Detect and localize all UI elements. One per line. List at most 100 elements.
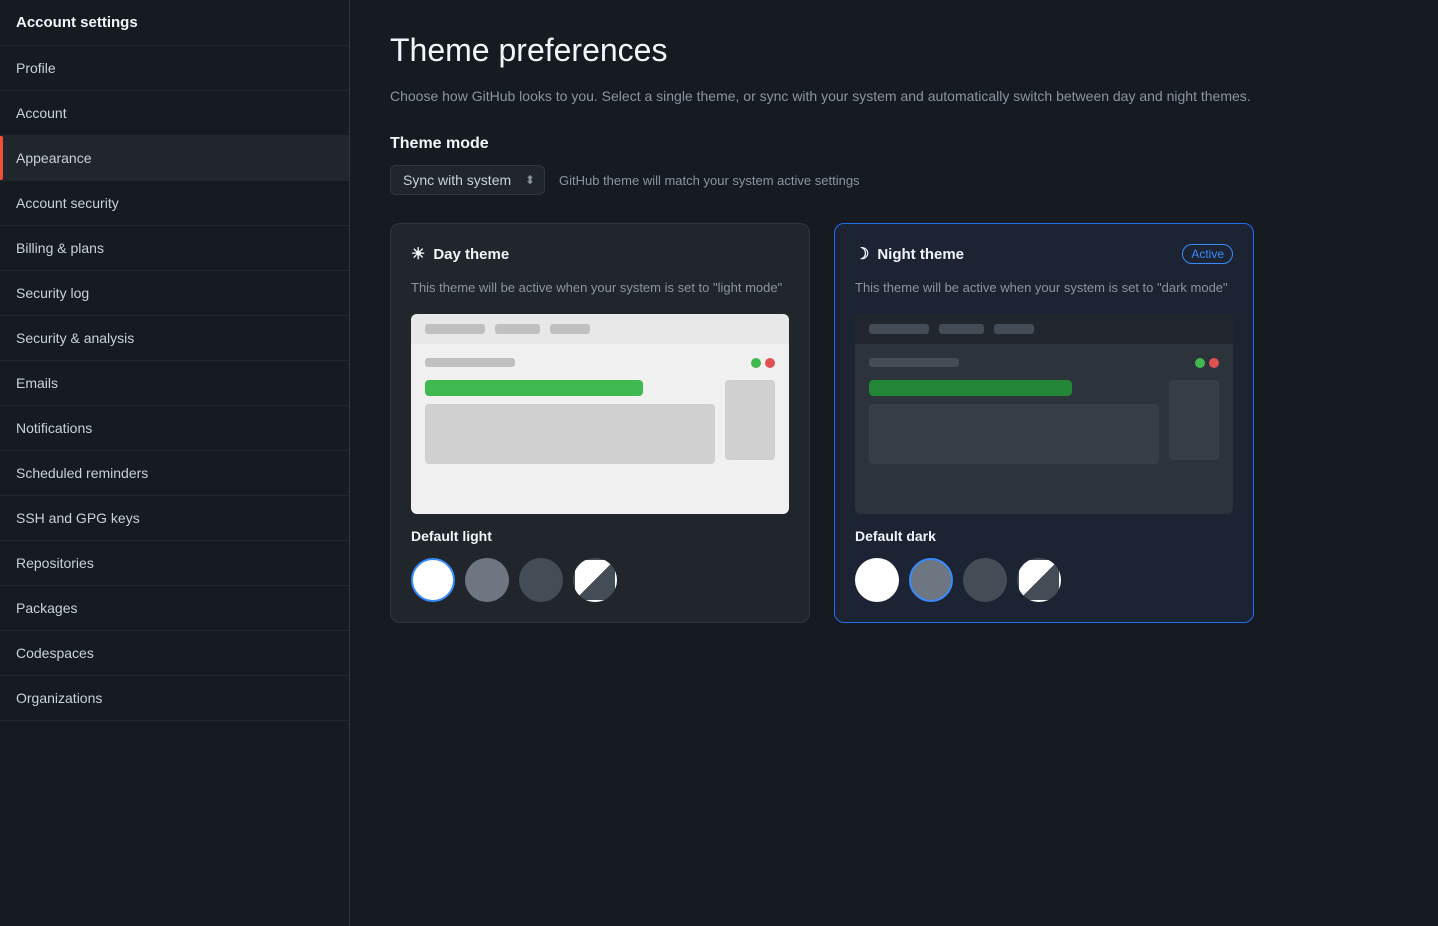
traffic-lights-light — [751, 358, 775, 368]
sidebar-item-label-emails: Emails — [16, 375, 58, 391]
swatch-dark-night[interactable] — [963, 558, 1007, 602]
theme-mode-label: Theme mode — [390, 135, 1398, 153]
sidebar-header: Account settings — [0, 0, 349, 46]
preview-main-light — [425, 380, 715, 464]
sidebar-item-profile[interactable]: Profile — [0, 46, 349, 91]
sidebar-item-label-account: Account — [16, 105, 67, 121]
sidebar-item-label-account-security: Account security — [16, 195, 119, 211]
sidebar-item-emails[interactable]: Emails — [0, 361, 349, 406]
dark-preview-bg — [855, 314, 1233, 514]
main-content: Theme preferences Choose how GitHub look… — [350, 0, 1438, 926]
sidebar-item-repositories[interactable]: Repositories — [0, 541, 349, 586]
night-theme-card[interactable]: ☽ Night theme Active This theme will be … — [834, 223, 1254, 623]
preview-nav-dark — [855, 314, 1233, 344]
preview-main-dark — [869, 380, 1159, 464]
preview-content-dark — [855, 344, 1233, 478]
theme-mode-select-wrapper: Sync with system Light Dark ⬍ — [390, 165, 545, 195]
preview-sidebar-light — [725, 380, 775, 464]
sidebar-item-appearance[interactable]: Appearance — [0, 136, 349, 181]
night-theme-name: Default dark — [855, 528, 1233, 544]
sidebar-block-dark — [1169, 380, 1219, 460]
tl-green-dark — [1195, 358, 1205, 368]
sidebar-item-security-log[interactable]: Security log — [0, 271, 349, 316]
day-swatches — [411, 558, 789, 602]
day-card-subtitle: This theme will be active when your syst… — [411, 278, 789, 298]
sidebar-item-label-appearance: Appearance — [16, 150, 92, 166]
sidebar: Account settings Profile Account Appearanc… — [0, 0, 350, 926]
progress-bar-dark — [869, 380, 1072, 396]
sidebar-item-ssh-gpg[interactable]: SSH and GPG keys — [0, 496, 349, 541]
sun-icon: ☀ — [411, 244, 425, 264]
traffic-lights-dark — [1195, 358, 1219, 368]
preview-nav-light — [411, 314, 789, 344]
sidebar-block-light — [725, 380, 775, 460]
theme-mode-row: Sync with system Light Dark ⬍ GitHub the… — [390, 165, 1398, 195]
tl-red-dark — [1209, 358, 1219, 368]
nav-pill-dark-1 — [869, 324, 929, 334]
sidebar-item-packages[interactable]: Packages — [0, 586, 349, 631]
sidebar-item-label-packages: Packages — [16, 600, 77, 616]
sidebar-item-account-security[interactable]: Account security — [0, 181, 349, 226]
preview-content-light — [411, 344, 789, 478]
progress-bar-light — [425, 380, 643, 396]
sidebar-item-scheduled-reminders[interactable]: Scheduled reminders — [0, 451, 349, 496]
sidebar-item-label-repositories: Repositories — [16, 555, 94, 571]
nav-pill-dark-3 — [994, 324, 1034, 334]
theme-hint: GitHub theme will match your system acti… — [559, 173, 860, 188]
sidebar-header-label: Account settings — [16, 14, 138, 31]
day-theme-card[interactable]: ☀ Day theme This theme will be active wh… — [390, 223, 810, 623]
sidebar-item-account[interactable]: Account — [0, 91, 349, 136]
tl-green-light — [751, 358, 761, 368]
swatch-dark-day[interactable] — [519, 558, 563, 602]
day-theme-preview — [411, 314, 789, 514]
sidebar-item-label-organizations: Organizations — [16, 690, 102, 706]
sidebar-item-notifications[interactable]: Notifications — [0, 406, 349, 451]
preview-title-bar-dark — [869, 358, 1219, 368]
sidebar-item-billing[interactable]: Billing & plans — [0, 226, 349, 271]
day-theme-name: Default light — [411, 528, 789, 544]
day-card-title: ☀ Day theme — [411, 244, 509, 264]
night-card-title-text: Night theme — [877, 246, 964, 263]
tl-red-light — [765, 358, 775, 368]
title-pill-light — [425, 358, 515, 367]
sidebar-item-label-security-log: Security log — [16, 285, 89, 301]
night-card-header: ☽ Night theme Active — [855, 244, 1233, 264]
content-block-dark — [869, 404, 1159, 464]
swatch-gray-day[interactable] — [465, 558, 509, 602]
swatch-white-night[interactable] — [855, 558, 899, 602]
swatch-half-day[interactable] — [573, 558, 617, 602]
sidebar-item-codespaces[interactable]: Codespaces — [0, 631, 349, 676]
sidebar-item-label-profile: Profile — [16, 60, 56, 76]
moon-icon: ☽ — [855, 244, 869, 264]
night-theme-preview — [855, 314, 1233, 514]
active-badge: Active — [1182, 244, 1233, 264]
title-pill-dark — [869, 358, 959, 367]
content-block-light — [425, 404, 715, 464]
nav-pill-2 — [495, 324, 540, 334]
day-card-title-text: Day theme — [433, 246, 509, 263]
preview-sidebar-dark — [1169, 380, 1219, 464]
preview-body-dark — [869, 380, 1219, 464]
page-description: Choose how GitHub looks to you. Select a… — [390, 85, 1290, 107]
day-card-header: ☀ Day theme — [411, 244, 789, 264]
sidebar-item-organizations[interactable]: Organizations — [0, 676, 349, 721]
sidebar-item-label-security-analysis: Security & analysis — [16, 330, 134, 346]
swatch-white-day[interactable] — [411, 558, 455, 602]
sidebar-item-label-notifications: Notifications — [16, 420, 92, 436]
swatch-gray-night[interactable] — [909, 558, 953, 602]
nav-pill-1 — [425, 324, 485, 334]
theme-mode-select[interactable]: Sync with system Light Dark — [390, 165, 545, 195]
preview-title-bar-light — [425, 358, 775, 368]
sidebar-item-label-codespaces: Codespaces — [16, 645, 94, 661]
nav-pill-3 — [550, 324, 590, 334]
night-card-title: ☽ Night theme — [855, 244, 964, 264]
swatch-half-night[interactable] — [1017, 558, 1061, 602]
night-swatches — [855, 558, 1233, 602]
sidebar-item-security-analysis[interactable]: Security & analysis — [0, 316, 349, 361]
page-title: Theme preferences — [390, 32, 1398, 69]
sidebar-item-label-billing: Billing & plans — [16, 240, 104, 256]
nav-pill-dark-2 — [939, 324, 984, 334]
sidebar-item-label-ssh-gpg: SSH and GPG keys — [16, 510, 140, 526]
preview-body-light — [425, 380, 775, 464]
light-preview-bg — [411, 314, 789, 514]
